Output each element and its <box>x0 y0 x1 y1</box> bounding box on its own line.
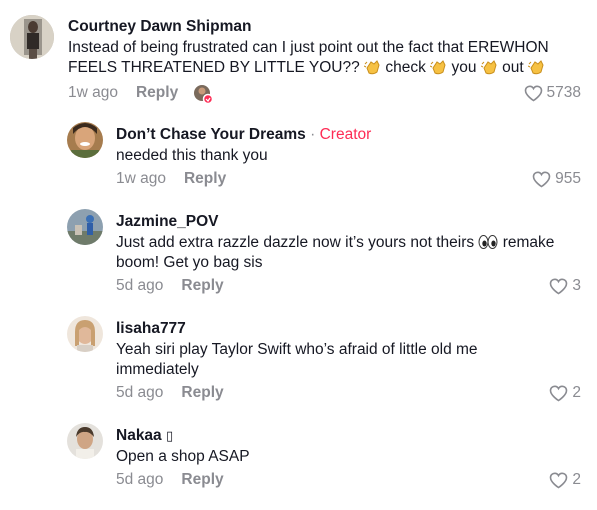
heart-icon <box>524 84 543 102</box>
reply-button[interactable]: Reply <box>181 384 223 401</box>
username-text: Don’t Chase Your Dreams <box>116 126 306 143</box>
clapping-hands-icon <box>363 59 381 75</box>
heart-icon <box>549 384 568 402</box>
heart-icon <box>532 170 551 188</box>
reply-button[interactable]: Reply <box>181 471 223 488</box>
creator-liked-avatar <box>193 84 214 105</box>
like-count: 3 <box>572 277 581 294</box>
comment-text: Open a shop ASAP <box>116 448 250 465</box>
avatar[interactable] <box>10 15 54 59</box>
comment-meta: 1w ago Reply <box>116 170 226 188</box>
avatar[interactable] <box>67 209 103 245</box>
comment-text-part: you <box>451 59 477 76</box>
comment-text: Instead of being frustrated can I just p… <box>68 38 573 78</box>
comment-text: Just add extra razzle dazzle now it’s yo… <box>116 233 576 273</box>
like-count: 5738 <box>546 84 581 101</box>
username[interactable]: Courtney Dawn Shipman <box>68 18 251 36</box>
comment-meta: 1w ago Reply <box>68 84 178 102</box>
comment-meta: 5d ago Reply <box>116 277 224 295</box>
clapping-hands-icon <box>527 59 545 75</box>
username[interactable]: Nakaa ▯ <box>116 427 173 445</box>
avatar[interactable] <box>67 423 103 459</box>
like-count: 2 <box>572 471 581 488</box>
username-glyph: ▯ <box>166 429 174 444</box>
comment-text-part: check <box>385 59 426 76</box>
like-count: 2 <box>572 384 581 401</box>
eyes-icon <box>478 234 498 250</box>
clapping-hands-icon <box>429 59 447 75</box>
like-button[interactable]: 955 <box>532 170 581 188</box>
comment-time: 5d ago <box>116 384 164 401</box>
comment-time: 1w ago <box>68 84 118 101</box>
separator-dot: · <box>310 126 316 143</box>
username[interactable]: Don’t Chase Your Dreams · Creator <box>116 126 371 144</box>
like-button[interactable]: 2 <box>549 471 581 489</box>
creator-badge: Creator <box>319 126 372 143</box>
username[interactable]: lisaha777 <box>116 320 186 338</box>
comment-text-part: Instead of being frustrated can I just p… <box>68 39 549 76</box>
reply-button[interactable]: Reply <box>136 84 178 101</box>
username-text: Nakaa <box>116 427 162 444</box>
comment-text: Yeah siri play Taylor Swift who’s afraid… <box>116 341 478 378</box>
comment-meta: 5d ago Reply <box>116 471 224 489</box>
avatar[interactable] <box>67 316 103 352</box>
comment-text-part: out <box>502 59 524 76</box>
clapping-hands-icon <box>480 59 498 75</box>
comment-text: needed this thank you <box>116 147 268 164</box>
like-button[interactable]: 2 <box>549 384 581 402</box>
comment-time: 5d ago <box>116 471 164 488</box>
reply-button[interactable]: Reply <box>181 277 223 294</box>
like-button[interactable]: 5738 <box>524 84 581 102</box>
avatar[interactable] <box>67 122 103 158</box>
comment-meta: 5d ago Reply <box>116 384 224 402</box>
comment-time: 1w ago <box>116 170 166 187</box>
username[interactable]: Jazmine_POV <box>116 213 219 231</box>
heart-icon <box>549 471 568 489</box>
comment-text-part: Just add extra razzle dazzle now it’s yo… <box>116 234 475 251</box>
like-count: 955 <box>555 170 581 187</box>
heart-icon <box>549 277 568 295</box>
reply-button[interactable]: Reply <box>184 170 226 187</box>
comment-time: 5d ago <box>116 277 164 294</box>
like-button[interactable]: 3 <box>549 277 581 295</box>
comments-panel: Courtney Dawn Shipman Instead of being f… <box>0 0 597 510</box>
